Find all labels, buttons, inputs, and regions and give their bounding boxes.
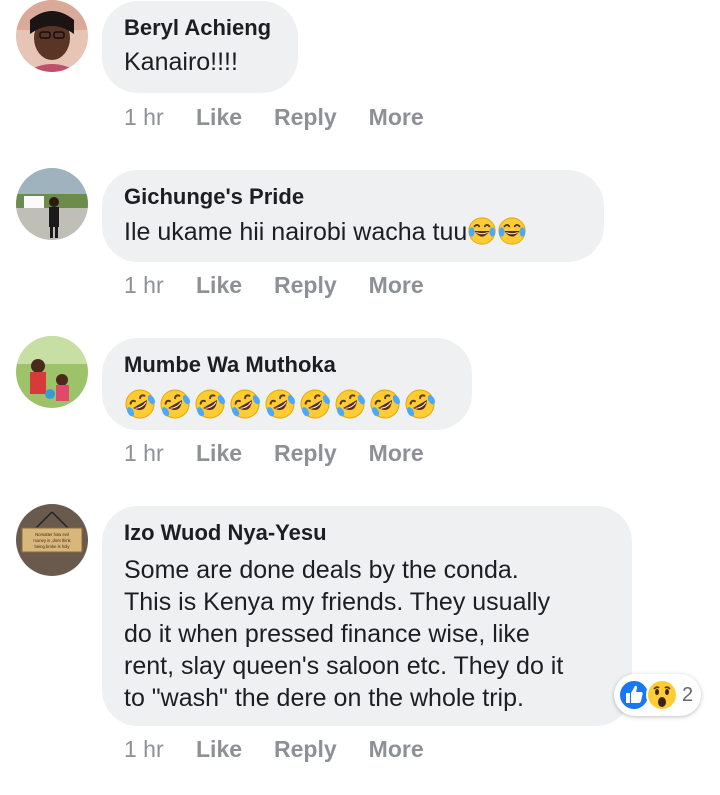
comment-author[interactable]: Mumbe Wa Muthoka xyxy=(124,352,450,378)
svg-text:being broke is holy: being broke is holy xyxy=(35,544,71,549)
comment-text-line: to "wash" the dere on the whole trip. xyxy=(124,684,524,712)
comment-author[interactable]: Beryl Achieng xyxy=(124,15,276,41)
reaction-count: 2 xyxy=(682,683,694,706)
more-button[interactable]: More xyxy=(369,272,424,299)
reaction-summary[interactable]: 2 xyxy=(614,674,702,716)
rolling-on-floor-laughing-icon xyxy=(229,388,261,420)
comment-text-row: Ile ukame hii nairobi wacha tuu xyxy=(124,216,582,248)
more-button[interactable]: More xyxy=(369,736,424,763)
comment-time[interactable]: 1 hr xyxy=(124,736,196,763)
comment-bubble: Mumbe Wa Muthoka xyxy=(102,338,472,430)
rolling-on-floor-laughing-icon xyxy=(369,388,401,420)
wow-reaction-icon xyxy=(646,679,678,711)
like-button[interactable]: Like xyxy=(196,736,242,763)
rolling-on-floor-laughing-icon xyxy=(159,388,191,420)
reply-button[interactable]: Reply xyxy=(274,440,337,467)
comment-actions: 1 hr Like Reply More xyxy=(124,272,456,299)
comment-bubble: Izo Wuod Nya-Yesu Some are done deals by… xyxy=(102,506,632,726)
rolling-on-floor-laughing-icon xyxy=(194,388,226,420)
comment-actions: 1 hr Like Reply More xyxy=(124,104,456,131)
like-button[interactable]: Like xyxy=(196,104,242,131)
comment-time[interactable]: 1 hr xyxy=(124,104,196,131)
comment-bubble: Gichunge's Pride Ile ukame hii nairobi w… xyxy=(102,170,604,262)
comment-emoji-row xyxy=(124,388,450,420)
avatar[interactable] xyxy=(16,168,88,240)
more-button[interactable]: More xyxy=(369,440,424,467)
avatar-sign-text: Nomatter how evil xyxy=(35,532,69,537)
comment-text: Ile ukame hii nairobi wacha tuu xyxy=(124,218,468,246)
rolling-on-floor-laughing-icon xyxy=(299,388,331,420)
rolling-on-floor-laughing-icon xyxy=(264,388,296,420)
avatar[interactable]: Nomatter how evil money is ,dont think b… xyxy=(16,504,88,576)
comment-text-line: This is Kenya my friends. They usually xyxy=(124,588,551,616)
reply-button[interactable]: Reply xyxy=(274,272,337,299)
comment-actions: 1 hr Like Reply More xyxy=(124,440,456,467)
comment-actions: 1 hr Like Reply More xyxy=(124,736,456,763)
comment-time[interactable]: 1 hr xyxy=(124,272,196,299)
avatar[interactable] xyxy=(16,0,88,72)
comment-time[interactable]: 1 hr xyxy=(124,440,196,467)
rolling-on-floor-laughing-icon xyxy=(404,388,436,420)
face-with-tears-of-joy-icon xyxy=(497,216,527,246)
comment-bubble: Beryl Achieng Kanairo!!!! xyxy=(102,1,298,93)
comment-author[interactable]: Gichunge's Pride xyxy=(124,184,582,210)
face-with-tears-of-joy-icon xyxy=(467,216,497,246)
comment-text: Kanairo!!!! xyxy=(124,48,238,76)
like-button[interactable]: Like xyxy=(196,272,242,299)
comment-author[interactable]: Izo Wuod Nya-Yesu xyxy=(124,520,610,546)
rolling-on-floor-laughing-icon xyxy=(334,388,366,420)
comment-text-line: Some are done deals by the conda. xyxy=(124,556,519,584)
avatar[interactable] xyxy=(16,336,88,408)
like-button[interactable]: Like xyxy=(196,440,242,467)
reply-button[interactable]: Reply xyxy=(274,736,337,763)
reply-button[interactable]: Reply xyxy=(274,104,337,131)
comment-text: Some are done deals by the conda. This i… xyxy=(124,554,610,714)
rolling-on-floor-laughing-icon xyxy=(124,388,156,420)
comment-text-line: do it when pressed finance wise, like xyxy=(124,620,530,648)
comment-text-line: rent, slay queen's saloon etc. They do i… xyxy=(124,652,564,680)
more-button[interactable]: More xyxy=(369,104,424,131)
svg-text:money is ,dont think: money is ,dont think xyxy=(33,538,71,543)
